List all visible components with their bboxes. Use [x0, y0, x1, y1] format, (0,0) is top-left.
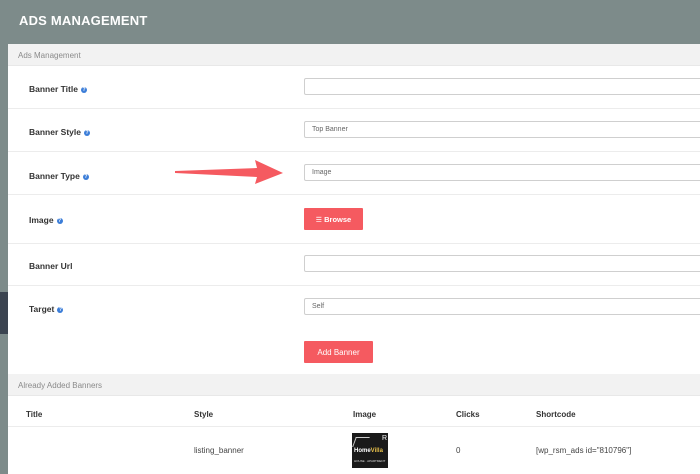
column-clicks: Clicks: [456, 410, 480, 419]
banner-shortcode-cell[interactable]: [wp_rsm_ads id="810796"]: [536, 446, 631, 455]
banner-url-label: Banner Url: [29, 261, 73, 271]
image-label: Image?: [29, 215, 63, 225]
help-icon[interactable]: ?: [82, 174, 89, 180]
thumbnail-subtitle: HOUSE · APARTMENT: [354, 459, 386, 463]
help-icon[interactable]: ?: [83, 130, 90, 136]
target-label: Target?: [29, 304, 64, 314]
add-banner-button[interactable]: Add Banner: [304, 341, 373, 363]
image-row: Image? ☰ Browse: [8, 195, 700, 243]
banner-type-select[interactable]: Image: [304, 164, 700, 181]
house-icon: [352, 437, 370, 447]
banner-url-input[interactable]: [304, 255, 700, 272]
form-section-header: Ads Management: [8, 44, 700, 66]
list-icon: ☰: [315, 217, 323, 224]
column-style: Style: [194, 410, 214, 419]
column-title: Title: [26, 410, 43, 419]
thumbnail-brand: HomeVilla: [354, 448, 383, 454]
banner-title-row: Banner Title?: [8, 66, 700, 109]
banner-type-row: Banner Type? Image: [8, 152, 700, 195]
browse-button[interactable]: ☰ Browse: [304, 208, 363, 230]
banners-section-header: Already Added Banners: [8, 374, 700, 396]
banner-type-label: Banner Type?: [29, 171, 89, 181]
page-title: ADS MANAGEMENT: [19, 13, 148, 28]
banner-style-cell: listing_banner: [194, 446, 244, 455]
column-image: Image: [353, 410, 377, 419]
sidebar-edge: [0, 44, 8, 474]
help-icon[interactable]: ?: [56, 218, 63, 224]
help-icon[interactable]: ?: [57, 307, 64, 313]
banner-image-thumbnail[interactable]: R HomeVilla HOUSE · APARTMENT: [352, 433, 388, 468]
page-header: ADS MANAGEMENT: [0, 0, 700, 44]
banner-title-label: Banner Title?: [29, 84, 87, 94]
target-select[interactable]: Self: [304, 298, 700, 315]
banner-style-row: Banner Style? Top Banner: [8, 109, 700, 152]
target-row: Target? Self: [8, 286, 700, 329]
banner-title-input[interactable]: [304, 78, 700, 95]
table-header-divider: [8, 426, 700, 427]
annotation-arrow-icon: [175, 160, 283, 184]
column-shortcode: Shortcode: [536, 410, 576, 419]
banner-style-select[interactable]: Top Banner: [304, 121, 700, 138]
banner-url-row: Banner Url: [8, 243, 700, 286]
help-icon[interactable]: ?: [80, 87, 87, 93]
sidebar-active-indicator: [0, 292, 8, 334]
banner-style-label: Banner Style?: [29, 127, 90, 137]
banner-clicks-cell: 0: [456, 446, 461, 455]
